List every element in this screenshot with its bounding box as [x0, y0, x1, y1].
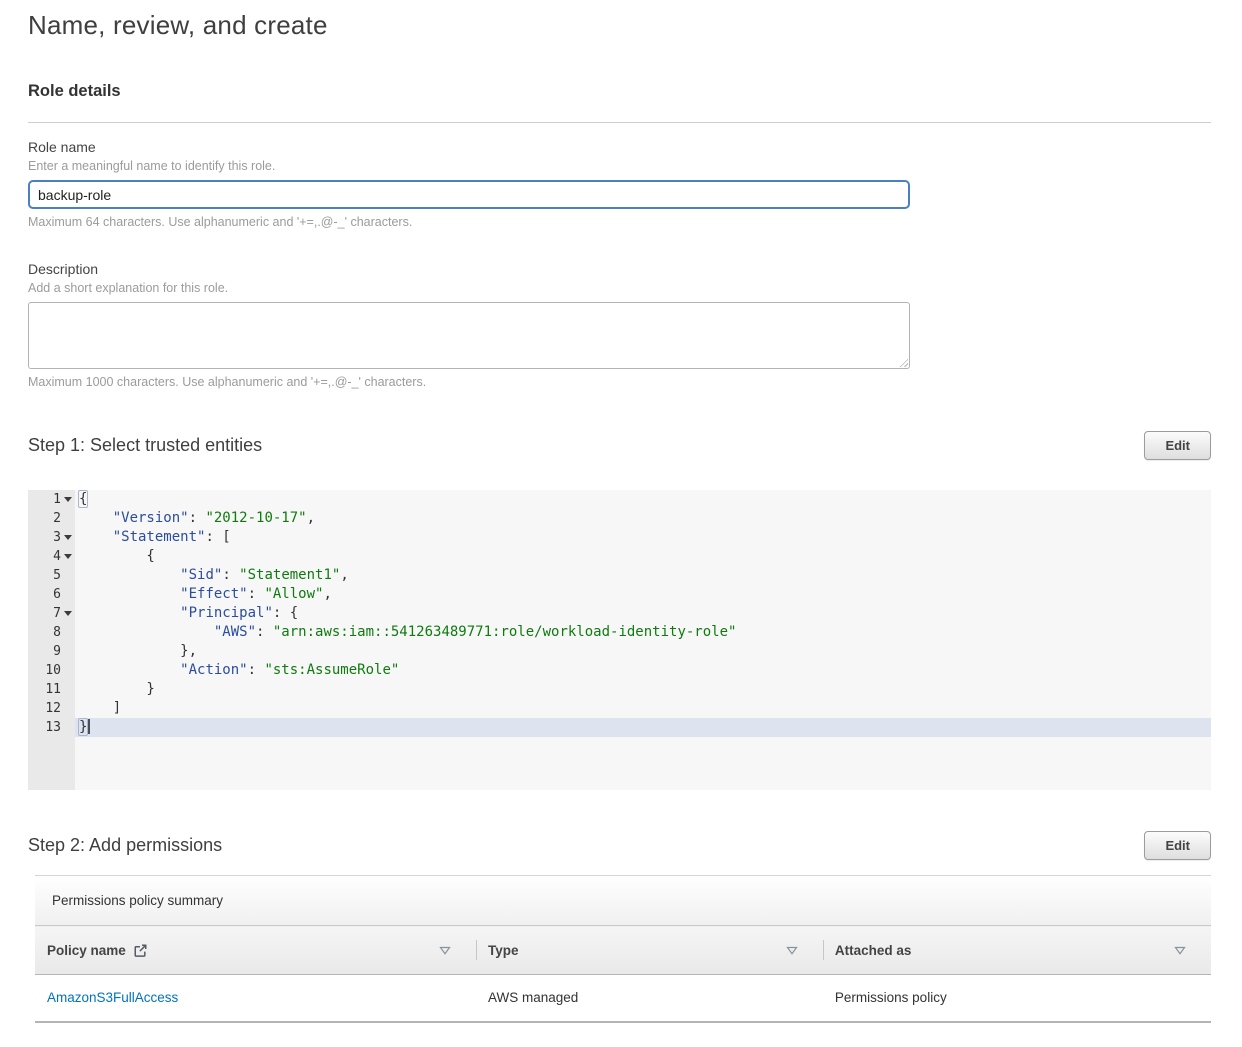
gutter-line-number: 4 [28, 547, 75, 566]
code-fold-icon[interactable] [64, 497, 72, 502]
code-line: ] [79, 699, 1211, 718]
code-line: "Effect": "Allow", [79, 585, 1211, 604]
step1-header-row: Step 1: Select trusted entities Edit [28, 431, 1211, 460]
divider [28, 122, 1211, 123]
step1-heading: Step 1: Select trusted entities [28, 435, 262, 456]
editor-code[interactable]: { "Version": "2012-10-17", "Statement": … [75, 490, 1211, 790]
gutter-line-number: 1 [28, 490, 75, 509]
code-line: "Version": "2012-10-17", [79, 509, 1211, 528]
role-name-input[interactable] [28, 180, 910, 209]
page-title: Name, review, and create [28, 10, 1211, 41]
role-name-field-group: Role name Enter a meaningful name to ide… [28, 139, 1211, 229]
sort-icon[interactable] [786, 946, 798, 955]
role-details-heading: Role details [28, 82, 1211, 101]
gutter-line-number: 11 [28, 680, 75, 699]
policy-name-link[interactable]: AmazonS3FullAccess [47, 990, 178, 1005]
description-field-group: Description Add a short explanation for … [28, 261, 1211, 389]
description-textarea[interactable] [28, 302, 910, 369]
gutter-line-number: 13 [28, 718, 75, 737]
column-header-policy-name[interactable]: Policy name [35, 926, 476, 975]
role-name-hint: Maximum 64 characters. Use alphanumeric … [28, 215, 1211, 229]
editor-gutter: 12345678910111213 [28, 490, 75, 790]
sort-icon[interactable] [1174, 946, 1186, 955]
gutter-line-number: 7 [28, 604, 75, 623]
policy-table-body: AmazonS3FullAccess AWS managedPermissions… [35, 975, 1211, 1022]
gutter-line-number: 2 [28, 509, 75, 528]
column-header-attached-as[interactable]: Attached as [823, 926, 1211, 975]
policy-attached-as-cell: Permissions policy [823, 975, 1211, 1022]
column-header-type[interactable]: Type [476, 926, 823, 975]
role-name-help: Enter a meaningful name to identify this… [28, 159, 1211, 173]
description-label: Description [28, 261, 1211, 278]
policy-type-cell: AWS managed [476, 975, 823, 1022]
gutter-line-number: 3 [28, 528, 75, 547]
gutter-line-number: 8 [28, 623, 75, 642]
code-line: "Principal": { [79, 604, 1211, 623]
text-cursor [88, 719, 90, 734]
step2-edit-button[interactable]: Edit [1144, 831, 1211, 860]
code-fold-icon[interactable] [64, 554, 72, 559]
gutter-line-number: 5 [28, 566, 75, 585]
code-line: { [79, 547, 1211, 566]
description-help: Add a short explanation for this role. [28, 281, 1211, 295]
step1-edit-button[interactable]: Edit [1144, 431, 1211, 460]
policy-table: Policy name [35, 925, 1211, 1023]
code-line: } [75, 718, 1211, 737]
permissions-summary-panel: Permissions policy summary Policy name [35, 875, 1211, 1023]
code-line: } [79, 680, 1211, 699]
code-fold-icon[interactable] [64, 611, 72, 616]
gutter-line-number: 6 [28, 585, 75, 604]
code-line: "Sid": "Statement1", [79, 566, 1211, 585]
description-hint: Maximum 1000 characters. Use alphanumeri… [28, 375, 1211, 389]
gutter-line-number: 9 [28, 642, 75, 661]
table-row: AmazonS3FullAccess AWS managedPermissions… [35, 975, 1211, 1022]
code-line: "Statement": [ [79, 528, 1211, 547]
permissions-summary-title: Permissions policy summary [35, 876, 1211, 925]
gutter-line-number: 12 [28, 699, 75, 718]
external-link-icon [133, 943, 148, 958]
code-line: }, [79, 642, 1211, 661]
sort-icon[interactable] [439, 946, 451, 955]
code-line: "AWS": "arn:aws:iam::541263489771:role/w… [79, 623, 1211, 642]
step2-header-row: Step 2: Add permissions Edit [28, 831, 1211, 860]
trust-policy-editor[interactable]: 12345678910111213 { "Version": "2012-10-… [28, 490, 1211, 790]
role-name-label: Role name [28, 139, 1211, 156]
page: Name, review, and create Role details Ro… [0, 10, 1242, 1043]
code-line: { [79, 490, 1211, 509]
code-fold-icon[interactable] [64, 535, 72, 540]
gutter-line-number: 10 [28, 661, 75, 680]
code-line: "Action": "sts:AssumeRole" [79, 661, 1211, 680]
step2-heading: Step 2: Add permissions [28, 835, 222, 856]
